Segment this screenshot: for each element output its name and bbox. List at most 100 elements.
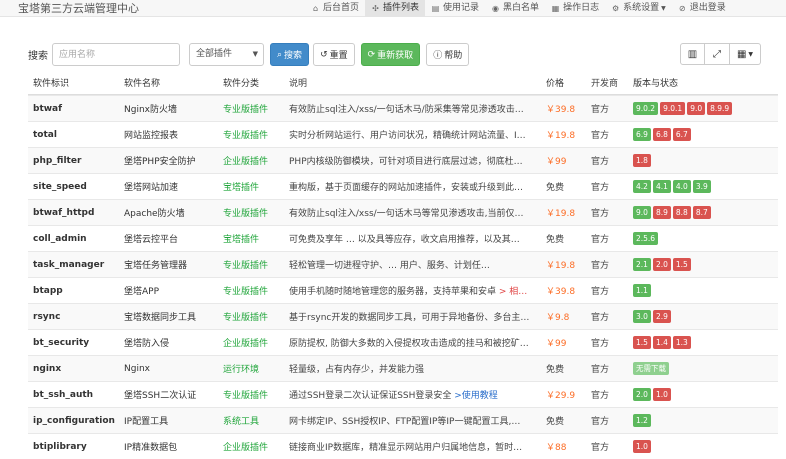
table-row: rsync 宝塔数据同步工具 专业版插件 基于rsync开发的数据同步工具，可用于异地… bbox=[28, 303, 778, 329]
plugin-id: bt_ssh_auth bbox=[33, 389, 94, 400]
version-badge[interactable]: 6.9 bbox=[633, 128, 651, 141]
version-badge[interactable]: 2.5.6 bbox=[633, 232, 659, 245]
plugin-name: 宝塔数据同步工具 bbox=[124, 313, 197, 323]
plugin-category: 宝塔插件 bbox=[223, 235, 260, 245]
search-input[interactable] bbox=[52, 43, 180, 66]
version-badge[interactable]: 6.8 bbox=[652, 128, 671, 141]
version-badge[interactable]: 1.0 bbox=[633, 440, 651, 453]
plugin-id: btwaf_httpd bbox=[33, 207, 95, 218]
version-badge[interactable]: 3.0 bbox=[633, 310, 651, 323]
col-header-desc[interactable]: 说明 bbox=[289, 76, 546, 89]
nav-item-label: 后台首页 bbox=[323, 3, 360, 13]
version-badge[interactable]: 1.5 bbox=[633, 336, 651, 349]
description-link[interactable]: >使用教程 bbox=[454, 391, 498, 401]
plugin-name: IP配置工具 bbox=[124, 417, 169, 427]
col-header-name[interactable]: 软件名称 bbox=[124, 76, 223, 89]
help-button-label: 帮助 bbox=[444, 51, 463, 61]
version-badge[interactable]: 2.9 bbox=[652, 310, 671, 323]
version-badge[interactable]: 2.0 bbox=[652, 258, 671, 271]
version-badge[interactable]: 8.7 bbox=[692, 206, 711, 219]
version-badge[interactable]: 8.9.9 bbox=[707, 102, 733, 115]
description-text: 使用手机随时随地管理您的服务器，支持苹果和安卓 bbox=[289, 287, 499, 297]
version-badge[interactable]: 1.3 bbox=[672, 336, 691, 349]
plugin-developer: 官方 bbox=[591, 339, 610, 349]
version-badge[interactable]: 1.4 bbox=[652, 336, 671, 349]
version-badge[interactable]: 9.0.2 bbox=[633, 102, 659, 115]
grid-menu-button[interactable]: ▦ ▼ bbox=[730, 43, 761, 65]
description-link[interactable]: > 相… bbox=[499, 287, 527, 297]
nav-item-6[interactable]: ⊘ 退出登录 bbox=[672, 0, 732, 17]
nav-item-0[interactable]: ⌂ 后台首页 bbox=[305, 0, 365, 17]
reset-button[interactable]: ↺ 重置 bbox=[313, 43, 355, 66]
fullscreen-button[interactable]: ⤢ bbox=[705, 43, 730, 65]
app-title: 宝塔第三方云端管理中心 bbox=[18, 2, 139, 15]
nav-item-3[interactable]: ◉ 黑白名单 bbox=[485, 0, 545, 17]
plugin-name: 堡塔防入侵 bbox=[124, 339, 170, 349]
plugin-price: ￥99 bbox=[546, 157, 567, 167]
version-badge[interactable]: 1.8 bbox=[633, 154, 651, 167]
plugin-developer: 官方 bbox=[591, 183, 610, 193]
version-badge[interactable]: 4.1 bbox=[652, 180, 671, 193]
plugin-id: task_manager bbox=[33, 259, 105, 270]
columns-toggle-button[interactable]: ▥ bbox=[680, 43, 705, 65]
version-badge[interactable]: 9.0 bbox=[687, 102, 706, 115]
nav-item-2[interactable]: ▤ 使用记录 bbox=[425, 0, 485, 17]
plugin-id: ip_configuration bbox=[33, 415, 115, 426]
col-header-category[interactable]: 软件分类 bbox=[223, 76, 289, 89]
version-badge[interactable]: 9.0 bbox=[633, 206, 651, 219]
plugin-filter-value: 全部插件 bbox=[196, 49, 233, 59]
version-badge[interactable]: 2.1 bbox=[633, 258, 651, 271]
description-text: 通过SSH登录二次认证保证SSH登录安全 bbox=[289, 391, 455, 401]
version-badge[interactable]: 1.2 bbox=[633, 414, 651, 427]
nav-item-label: 使用记录 bbox=[443, 3, 480, 13]
plugin-id: btiplibrary bbox=[33, 441, 87, 452]
version-badge[interactable]: 1.5 bbox=[672, 258, 691, 271]
nav-item-4[interactable]: ▦ 操作日志 bbox=[545, 0, 605, 17]
version-badge[interactable]: 1.1 bbox=[633, 284, 651, 297]
search-label: 搜索 bbox=[28, 51, 48, 62]
plugin-table: 软件标识 软件名称 软件分类 说明 价格 开发商 版本与状态 btwaf Ngin… bbox=[28, 71, 778, 459]
plugin-filter-select[interactable]: 全部插件 ▼ bbox=[189, 43, 264, 66]
plugin-developer: 官方 bbox=[591, 313, 610, 323]
table-tools: ▥ ⤢ ▦ ▼ bbox=[680, 43, 761, 65]
plugin-versions: 2.5.6 bbox=[633, 232, 778, 245]
plugin-versions: 1.8 bbox=[633, 154, 778, 167]
table-row: php_filter 堡塔PHP安全防护 企业版插件 PHP内核级防御模块，可针对项目… bbox=[28, 147, 778, 173]
version-badge[interactable]: 9.0.1 bbox=[660, 102, 686, 115]
plugin-versions: 9.0 8.9 8.8 8.7 bbox=[633, 206, 778, 219]
plugin-category: 专业版插件 bbox=[223, 313, 269, 323]
version-badge[interactable]: 2.0 bbox=[633, 388, 651, 401]
version-badge[interactable]: 4.0 bbox=[672, 180, 691, 193]
version-badge[interactable]: 8.9 bbox=[652, 206, 671, 219]
list-icon: ▤ bbox=[431, 4, 440, 13]
version-badge[interactable]: 6.7 bbox=[672, 128, 691, 141]
nav-item-label: 退出登录 bbox=[689, 3, 726, 13]
nav-item-label: 系统设置 bbox=[623, 3, 660, 13]
reset-button-label: 重置 bbox=[329, 51, 348, 61]
plugin-id: rsync bbox=[33, 311, 61, 322]
grid-icon: ▦ bbox=[736, 48, 747, 60]
plugin-name: 宝塔任务管理器 bbox=[124, 261, 188, 271]
version-badge[interactable]: 8.8 bbox=[672, 206, 691, 219]
col-header-id[interactable]: 软件标识 bbox=[28, 76, 124, 89]
version-badge[interactable]: 1.0 bbox=[652, 388, 671, 401]
version-badge[interactable]: 无需下载 bbox=[633, 362, 669, 375]
table-row: coll_admin 堡塔云控平台 宝塔插件 可免费及享年 … 以及具等应存，收文启用… bbox=[28, 225, 778, 251]
plugin-versions: 1.0 bbox=[633, 440, 778, 453]
col-header-versions[interactable]: 版本与状态 bbox=[633, 76, 778, 89]
nav-item-5[interactable]: ⚙ 系统设置 ▼ bbox=[605, 0, 672, 17]
version-badge[interactable]: 4.2 bbox=[633, 180, 651, 193]
plugin-name: IP精准数据包 bbox=[124, 443, 178, 453]
search-button[interactable]: ⌕ 搜索 bbox=[270, 43, 310, 66]
puzzle-icon: ✣ bbox=[372, 4, 379, 13]
nav-item-1[interactable]: ✣ 插件列表 bbox=[365, 0, 426, 17]
version-badge[interactable]: 3.9 bbox=[692, 180, 711, 193]
col-header-price[interactable]: 价格 bbox=[546, 76, 591, 89]
plugin-developer: 官方 bbox=[591, 131, 610, 141]
col-header-dev[interactable]: 开发商 bbox=[591, 76, 633, 89]
plugin-versions: 1.1 bbox=[633, 284, 778, 297]
refresh-button[interactable]: ⟳ 重新获取 bbox=[360, 43, 421, 66]
help-button[interactable]: ⓘ 帮助 bbox=[426, 43, 470, 66]
plugin-price: 免费 bbox=[546, 235, 565, 245]
columns-icon: ▥ bbox=[687, 48, 698, 60]
